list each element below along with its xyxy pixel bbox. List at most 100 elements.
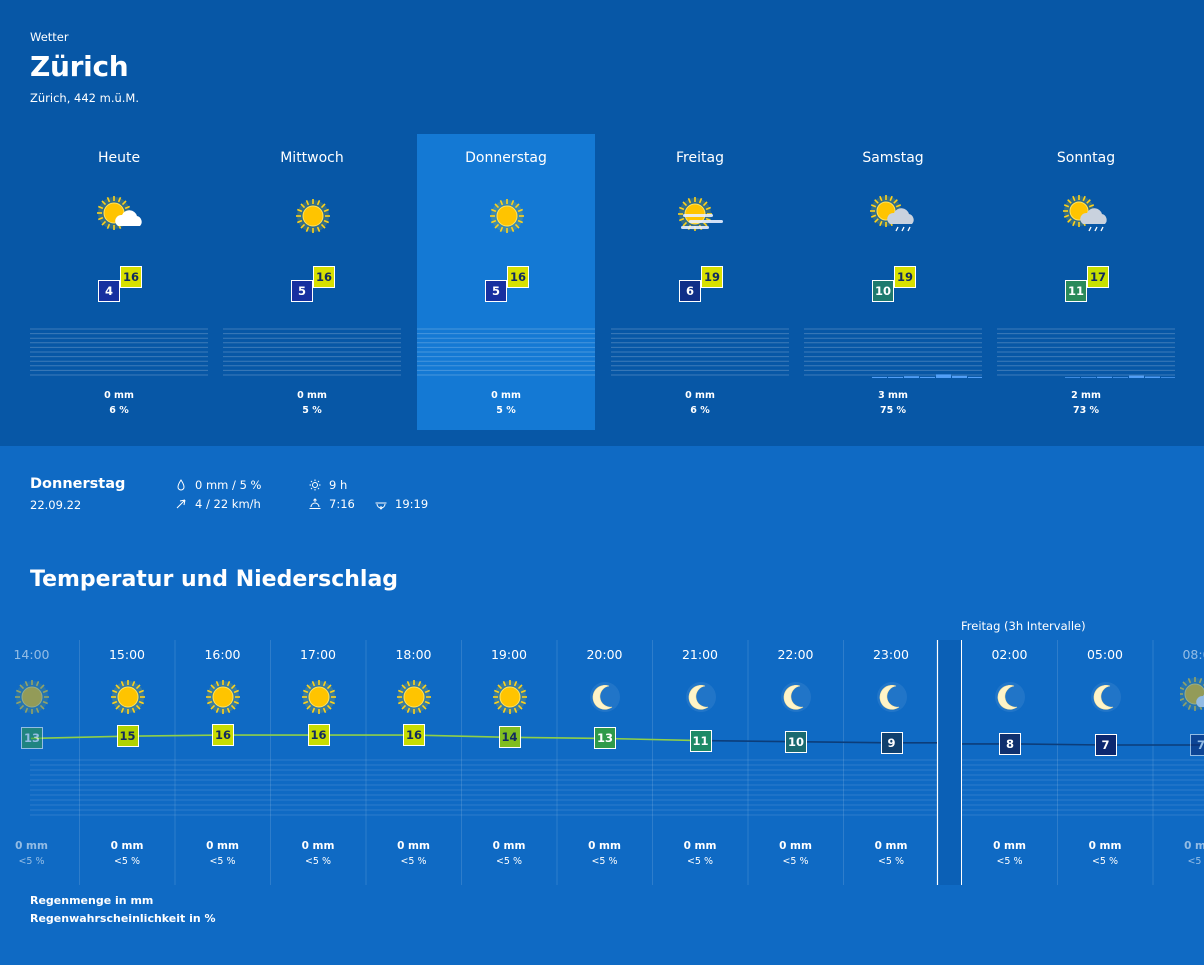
hour-temperature: 16 [307, 724, 330, 747]
moon-icon [1085, 676, 1127, 718]
hour-temperature: 16 [212, 724, 234, 747]
rain-chart [997, 328, 1175, 378]
moon-icon [775, 676, 817, 718]
detail-day: Donnerstag [30, 476, 126, 492]
hour-column[interactable]: 17:00 16 0 mm <5 % [271, 640, 366, 885]
max-temperature: 16 [120, 266, 142, 288]
daily-forecast-band: Wetter Zürich Zürich, 442 m.ü.M. Heute 16… [0, 0, 1204, 446]
hour-rain-amount: 0 mm [1184, 840, 1204, 852]
detail-rain-value: 0 mm / 5 % [195, 478, 262, 492]
detail-wind-value: 4 / 22 km/h [195, 497, 261, 511]
hour-rain-amount: 0 mm [206, 840, 239, 852]
rain-probability: 5 % [496, 405, 516, 416]
rain-amount: 0 mm [491, 390, 521, 401]
hour-rain-probability: <5 % [996, 856, 1023, 867]
detail-sunset: 19:19 [375, 497, 428, 511]
min-temperature: 4 [98, 280, 120, 302]
sunrise-icon [309, 498, 321, 509]
detail-sun-hours-value: 9 h [329, 478, 348, 492]
day-name: Heute [97, 150, 141, 166]
rain-probability: 6 % [109, 405, 129, 416]
hour-column[interactable]: 14:00 13 0 mm <5 % [0, 640, 79, 885]
day-name: Samstag [862, 150, 924, 166]
max-temperature: 16 [313, 266, 335, 288]
moon-icon [680, 676, 722, 718]
rain-probability: 73 % [1072, 405, 1100, 416]
detail-sunrise-value: 7:16 [329, 497, 355, 511]
hour-rain-probability: <5 % [591, 856, 618, 867]
day-name: Donnerstag [465, 150, 547, 166]
hour-column[interactable]: 20:00 13 0 mm <5 % [557, 640, 652, 885]
rain-bar [1161, 377, 1175, 378]
hour-rain-amount: 0 mm [110, 840, 144, 852]
sun-icon [287, 192, 339, 240]
hour-time: 20:00 [586, 647, 623, 662]
day-name: Sonntag [1056, 150, 1116, 166]
rain-bar [936, 374, 951, 378]
hour-column[interactable]: 23:00 9 0 mm <5 % [844, 640, 939, 885]
hour-rain-probability: <5 % [1187, 856, 1204, 867]
hour-column[interactable]: 08:00 7 0 mm <5 % [1153, 640, 1204, 885]
day-column-sonntag[interactable]: Sonntag 17 11 2 mm 73 % [997, 134, 1175, 430]
max-temperature: 19 [894, 266, 916, 288]
hour-column[interactable]: 02:00 8 0 mm <5 % [962, 640, 1057, 885]
hour-column[interactable]: 19:00 14 0 mm <5 % [462, 640, 557, 885]
sun-cloud-rain-icon [1061, 192, 1113, 240]
hour-temperature: 14 [498, 726, 521, 749]
rain-probability: 75 % [879, 405, 907, 416]
sun-icon [202, 676, 244, 718]
min-temperature: 5 [291, 280, 313, 302]
day-column-freitag[interactable]: Freitag 19 6 0 mm 6 % [611, 134, 789, 430]
rain-amount: 3 mm [878, 390, 908, 401]
rain-amount: 2 mm [1071, 390, 1101, 401]
day-name: Mittwoch [280, 150, 344, 166]
hour-column[interactable]: 21:00 11 0 mm <5 % [653, 640, 748, 885]
rain-bar [1065, 377, 1080, 378]
hourly-forecast[interactable]: 14:00 13 0 mm <5 % 15:00 15 0 mm <5 % 16:00 16 0 m… [0, 640, 1204, 885]
detail-date: 22.09.22 [30, 498, 82, 512]
hour-temperature: 13 [594, 727, 616, 750]
rain-probability: 6 % [690, 405, 710, 416]
moon-icon [989, 676, 1031, 718]
rain-bar [1145, 376, 1160, 378]
hour-rain-amount: 0 mm [492, 840, 526, 852]
sun-icon [481, 192, 533, 240]
hour-time: 17:00 [299, 647, 337, 662]
hour-rain-probability: <5 % [209, 856, 236, 867]
hour-column[interactable]: 16:00 16 0 mm <5 % [175, 640, 270, 885]
sun-cloud-rain-icon [868, 192, 920, 240]
hour-time: 02:00 [991, 647, 1028, 662]
hour-column[interactable]: 18:00 16 0 mm <5 % [366, 640, 461, 885]
hour-temperature: 9 [880, 731, 903, 754]
rain-bar [1097, 376, 1112, 378]
max-temperature: 17 [1087, 266, 1109, 288]
rain-bar [968, 376, 982, 378]
hour-time: 05:00 [1086, 647, 1124, 662]
rain-bar [1113, 377, 1128, 378]
max-temperature: 19 [701, 266, 723, 288]
day-column-donnerstag[interactable]: Donnerstag 16 5 0 mm 5 % [417, 134, 595, 430]
hour-column[interactable]: 15:00 15 0 mm <5 % [80, 640, 175, 885]
hour-temperature: 8 [999, 732, 1021, 755]
day-column-heute[interactable]: Heute 16 4 0 mm 6 % [30, 134, 208, 430]
detail-sunset-value: 19:19 [395, 497, 429, 511]
hour-rain-probability: <5 % [686, 856, 714, 867]
hour-time: 14:00 [13, 647, 50, 662]
legend-rain-probability: Regenwahrscheinlichkeit in % [30, 912, 216, 925]
hour-column[interactable]: 05:00 7 0 mm <5 % [1058, 640, 1153, 885]
detail-rain: 0 mm / 5 % [175, 478, 261, 492]
hour-column[interactable]: 22:00 10 0 mm <5 % [748, 640, 843, 885]
hour-rain-amount: 0 mm [1088, 840, 1122, 852]
hour-temperature: 7 [1094, 734, 1117, 756]
hour-rain-probability: <5 % [113, 856, 141, 867]
hour-time: 23:00 [872, 647, 910, 662]
hour-rain-amount: 0 mm [397, 840, 430, 852]
day-column-samstag[interactable]: Samstag 19 10 3 mm 75 % [804, 134, 982, 430]
detail-sunrise: 7:16 [309, 497, 355, 511]
rain-probability: 5 % [302, 405, 322, 416]
day-column-mittwoch[interactable]: Mittwoch 16 5 0 mm 5 % [223, 134, 401, 430]
page-title: Zürich [30, 50, 129, 83]
moon-icon [584, 676, 626, 718]
hour-rain-probability: <5 % [1091, 856, 1119, 867]
hour-temperature: 13 [21, 727, 43, 750]
